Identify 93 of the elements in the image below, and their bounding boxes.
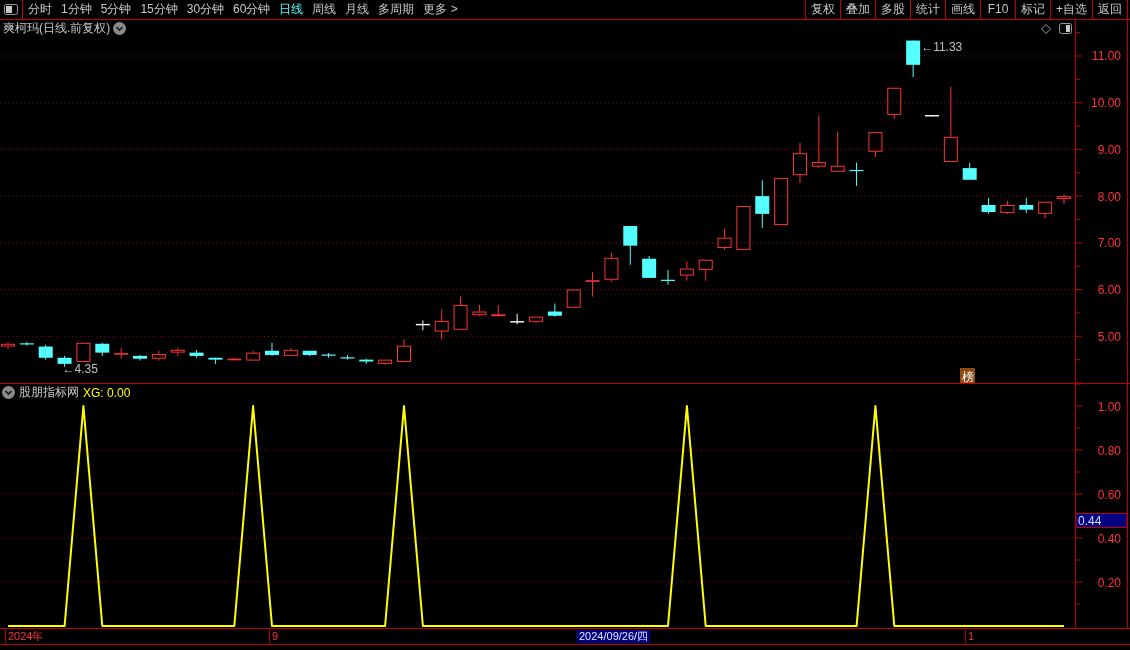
- falling-candle: [95, 342, 110, 357]
- falling-candle: [547, 303, 562, 318]
- rising-candle: [170, 347, 185, 357]
- falling-candle: [359, 358, 374, 365]
- rising-candle: [793, 142, 807, 184]
- rising-candle: [1000, 200, 1015, 215]
- value-axis-label: 0.20: [1097, 575, 1121, 590]
- price-axis-label: 11.00: [1091, 49, 1121, 64]
- rising-candle: [378, 359, 393, 366]
- period-tab[interactable]: 日线: [275, 0, 308, 19]
- period-tab[interactable]: 15分钟: [136, 0, 182, 19]
- rising-candle: [679, 261, 694, 282]
- panel-icon: [4, 4, 18, 15]
- value-axis-label: 1.00: [1097, 399, 1121, 414]
- period-tab[interactable]: 周线: [308, 0, 341, 19]
- doji-candle: [415, 319, 431, 331]
- chart-title: 爽柯玛(日线.前复权): [3, 20, 111, 37]
- toolbar-button[interactable]: 返回: [1092, 0, 1128, 19]
- falling-candle: [755, 179, 770, 229]
- falling-candle: [38, 344, 53, 361]
- rising-candle: [698, 259, 713, 282]
- rising-candle: [1, 341, 15, 350]
- period-tab[interactable]: 60分钟: [229, 0, 275, 19]
- value-axis-label: 0.60: [1097, 487, 1121, 502]
- rising-candle: [246, 350, 261, 362]
- date-label: 2024年: [5, 630, 44, 643]
- rising-candle: [434, 309, 449, 341]
- chevron-down-icon[interactable]: [2, 386, 15, 399]
- falling-candle: [340, 354, 355, 361]
- cursor-value-label: 0.44: [1075, 513, 1128, 528]
- falling-candle: [133, 354, 147, 362]
- rising-candle: [491, 304, 506, 317]
- falling-candle: [849, 162, 864, 187]
- period-tab[interactable]: 30分钟: [182, 0, 229, 19]
- falling-candle: [302, 350, 317, 357]
- period-tab[interactable]: 更多 >: [419, 0, 462, 19]
- falling-candle: [661, 269, 675, 286]
- value-axis-label: 0.80: [1097, 443, 1121, 458]
- rising-candle: [717, 228, 732, 251]
- price-axis-label: 5.00: [1097, 329, 1121, 344]
- panel-icon[interactable]: [1059, 23, 1072, 34]
- period-tab[interactable]: 1分钟: [57, 0, 96, 19]
- rising-candle: [887, 87, 902, 120]
- rising-candle: [283, 347, 298, 357]
- price-axis-label: 6.00: [1097, 283, 1121, 298]
- falling-candle: [1019, 197, 1034, 214]
- falling-candle: [642, 255, 657, 279]
- rising-candle: [76, 342, 91, 363]
- rank-badge: 榜: [960, 368, 975, 383]
- rising-candle: [529, 316, 543, 324]
- rising-candle: [397, 339, 411, 363]
- rising-candle: [114, 347, 129, 360]
- rising-candle: [1038, 201, 1053, 219]
- rising-candle: [472, 304, 487, 317]
- rising-candle: [811, 114, 826, 169]
- value-axis-label: 0.40: [1097, 531, 1121, 546]
- indicator-title: 股朋指标网: [19, 384, 79, 401]
- falling-candle: [208, 357, 223, 365]
- doji-candle: [509, 313, 525, 325]
- falling-candle: [962, 162, 977, 181]
- rising-candle: [1057, 194, 1071, 205]
- rising-candle: [453, 296, 468, 331]
- price-axis-label: 10.00: [1090, 96, 1121, 111]
- rising-candle: [774, 177, 789, 226]
- falling-candle: [906, 40, 921, 78]
- period-tab[interactable]: 5分钟: [96, 0, 136, 19]
- rising-candle: [151, 350, 166, 362]
- rising-candle: [604, 252, 619, 283]
- low-price-label: ←4.35: [62, 361, 98, 376]
- date-label: 9: [269, 630, 279, 643]
- period-tab[interactable]: 月线: [341, 0, 374, 19]
- rising-candle: [566, 289, 581, 309]
- period-tab[interactable]: 多周期: [374, 0, 419, 19]
- falling-candle: [265, 342, 279, 357]
- doji-candle: [924, 114, 940, 117]
- period-tab[interactable]: 分时: [24, 0, 56, 19]
- rising-candle: [585, 271, 600, 298]
- rising-candle: [227, 357, 242, 361]
- falling-candle: [623, 225, 638, 266]
- falling-candle: [981, 197, 996, 215]
- rising-candle: [830, 131, 845, 173]
- high-price-label: ←11.33: [921, 39, 963, 54]
- falling-candle: [321, 352, 336, 359]
- price-axis-label: 9.00: [1097, 142, 1121, 157]
- falling-candle: [189, 349, 204, 359]
- cursor-date-label: 2024/09/26/四: [577, 630, 651, 643]
- rising-candle: [736, 205, 751, 251]
- date-label: 1: [965, 630, 975, 643]
- price-axis-label: 7.00: [1097, 236, 1121, 251]
- chevron-down-icon[interactable]: [113, 22, 127, 35]
- price-axis-label: 8.00: [1097, 189, 1121, 204]
- indicator-readout: XG: 0.00: [83, 385, 131, 400]
- rising-candle: [868, 131, 883, 158]
